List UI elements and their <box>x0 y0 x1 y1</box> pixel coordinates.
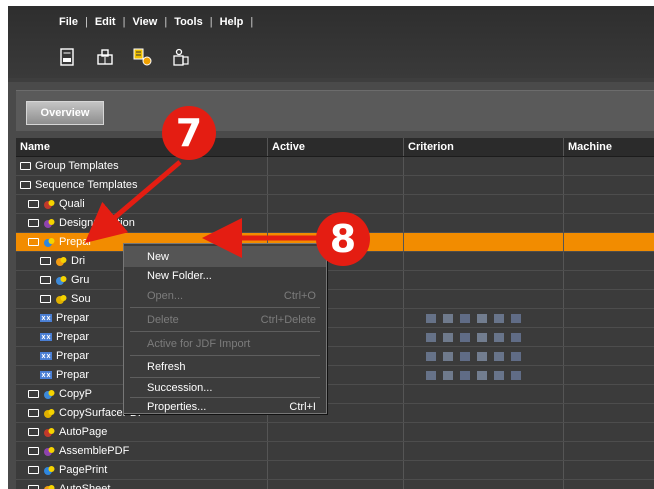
callout-7: 7 <box>162 106 216 160</box>
arrow-7 <box>84 160 182 243</box>
callout-8: 8 <box>316 212 370 266</box>
